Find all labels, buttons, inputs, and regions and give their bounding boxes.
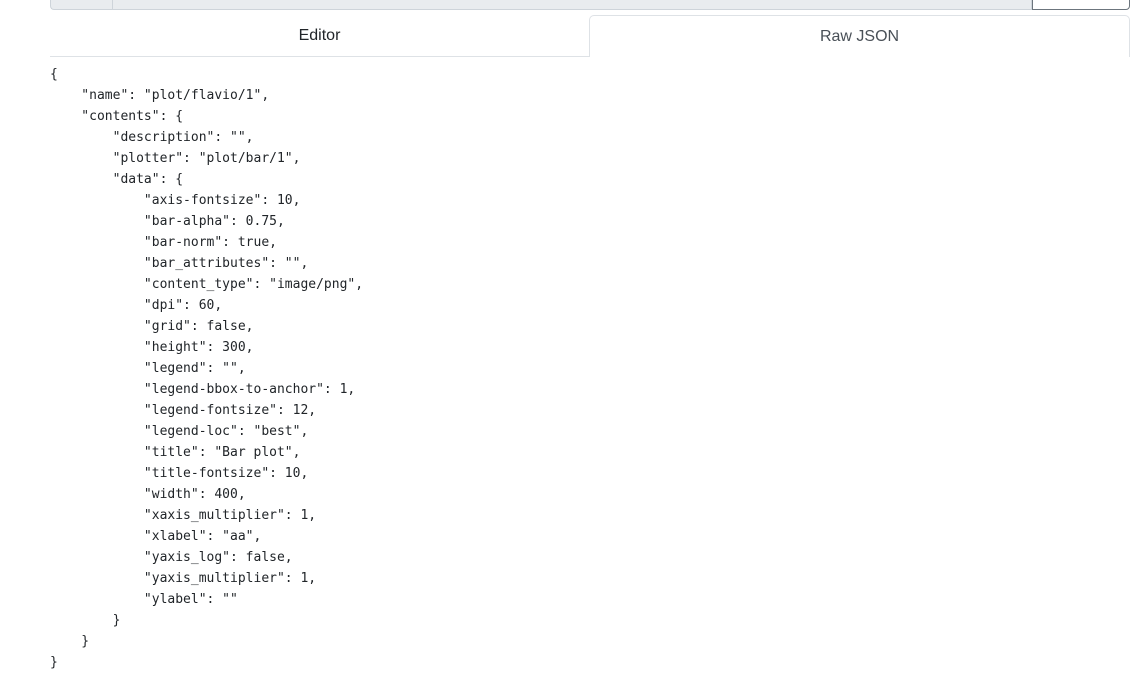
top-toolbar-remnant <box>50 0 1130 10</box>
json-line: "bar-norm": true, <box>50 235 277 250</box>
json-line: "yaxis_multiplier": 1, <box>50 571 317 586</box>
json-line: } <box>50 655 58 670</box>
json-line: "ylabel": "" <box>50 592 238 607</box>
tab-raw-json[interactable]: Raw JSON <box>589 15 1130 57</box>
tab-editor[interactable]: Editor <box>50 15 589 57</box>
json-line: "grid": false, <box>50 319 254 334</box>
json-line: "data": { <box>50 172 184 187</box>
json-line: "axis-fontsize": 10, <box>50 193 301 208</box>
json-line: "width": 400, <box>50 487 246 502</box>
json-line: "legend-bbox-to-anchor": 1, <box>50 382 356 397</box>
json-line: } <box>50 634 90 649</box>
toolbar-prefix <box>50 0 112 10</box>
plot-name-field[interactable] <box>112 0 1032 10</box>
json-line: "content_type": "image/png", <box>50 277 364 292</box>
json-line: } <box>50 613 121 628</box>
json-line: "legend": "", <box>50 361 246 376</box>
json-line: "legend-fontsize": 12, <box>50 403 317 418</box>
json-line: "plotter": "plot/bar/1", <box>50 151 301 166</box>
json-line: "yaxis_log": false, <box>50 550 293 565</box>
json-line: "contents": { <box>50 109 184 124</box>
json-line: "xaxis_multiplier": 1, <box>50 508 317 523</box>
raw-json-content: { "name": "plot/flavio/1", "contents": {… <box>50 64 363 673</box>
json-line: "title": "Bar plot", <box>50 445 301 460</box>
json-line: "title-fontsize": 10, <box>50 466 309 481</box>
view-tabs: Editor Raw JSON <box>50 15 1130 57</box>
json-line: { <box>50 67 58 82</box>
json-line: "bar_attributes": "", <box>50 256 309 271</box>
json-line: "height": 300, <box>50 340 254 355</box>
json-line: "dpi": 60, <box>50 298 223 313</box>
json-line: "legend-loc": "best", <box>50 424 309 439</box>
toolbar-action-button[interactable] <box>1032 0 1130 10</box>
json-line: "xlabel": "aa", <box>50 529 262 544</box>
json-line: "name": "plot/flavio/1", <box>50 88 270 103</box>
json-line: "description": "", <box>50 130 254 145</box>
json-line: "bar-alpha": 0.75, <box>50 214 285 229</box>
